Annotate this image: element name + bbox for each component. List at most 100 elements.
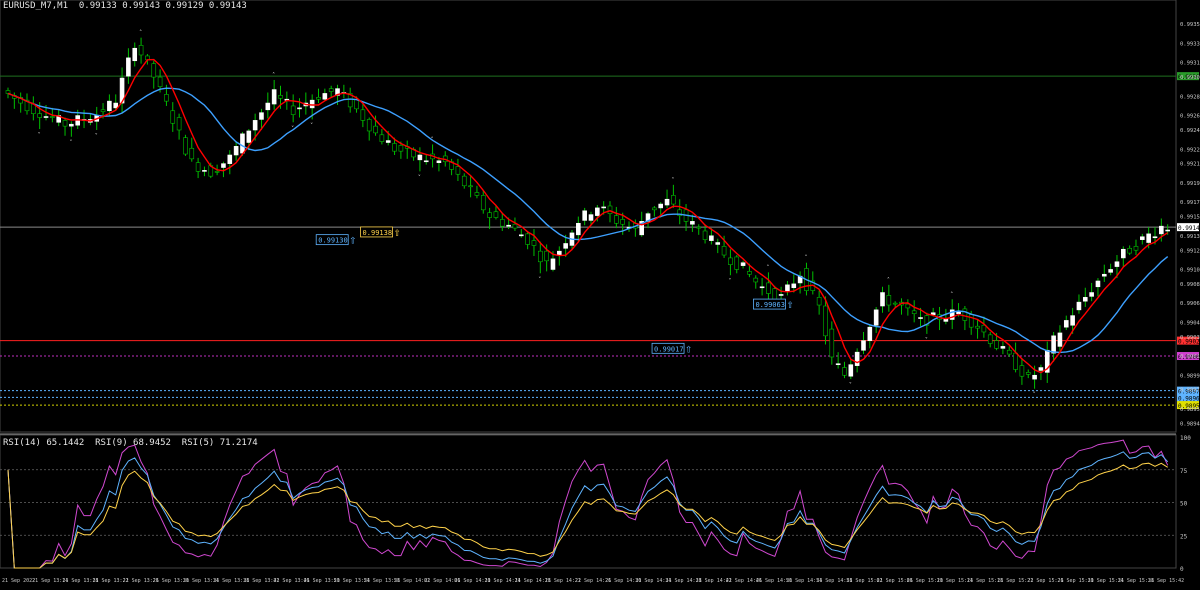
price-tick-label: 0.99085 <box>1180 282 1200 288</box>
candle-body <box>50 116 55 118</box>
candle-body <box>290 105 296 115</box>
candle-body <box>709 235 714 241</box>
candle-body <box>1140 236 1145 240</box>
candle-body <box>1089 292 1094 297</box>
candle-body <box>975 325 980 329</box>
candle-body <box>1070 315 1075 326</box>
rsi-header: RSI(14) 65.1442 RSI(9) 68.9452 RSI(5) 71… <box>3 438 258 448</box>
price-tick-label: 0.99010 <box>1180 354 1200 360</box>
candle-body <box>240 133 245 154</box>
annotation-arrow-icon: ⇧ <box>685 345 693 355</box>
candle-body <box>1076 301 1082 311</box>
fractal-up-mark: ˄ <box>887 277 890 284</box>
candle-body <box>322 93 328 100</box>
candle-body <box>183 137 188 155</box>
candle-body <box>835 363 841 366</box>
price-tick-label: 0.98990 <box>1180 373 1200 379</box>
candle-body <box>455 166 461 175</box>
candle-body <box>607 205 613 214</box>
candle-body <box>588 214 594 221</box>
price-tick-label: 0.99065 <box>1180 301 1200 307</box>
candle-body <box>620 219 625 225</box>
candle-body <box>164 94 169 102</box>
candle-body <box>1063 320 1069 328</box>
candle-body <box>176 117 182 131</box>
price-annotation-text: 0.99017 <box>654 345 684 353</box>
fractal-up-mark: ˄ <box>671 177 674 184</box>
candle-body <box>328 88 334 92</box>
candle-body <box>132 47 138 62</box>
candle-body <box>747 271 752 275</box>
price-tick-label: 0.99045 <box>1180 320 1200 326</box>
candle-body <box>994 340 999 349</box>
ma-fast-line <box>7 58 1169 374</box>
candle-body <box>962 308 968 321</box>
candle-body <box>1146 233 1151 243</box>
candle-body <box>557 250 562 256</box>
fractal-down-mark: ˅ <box>310 122 313 129</box>
candle-body <box>423 160 429 163</box>
fractal-down-mark: ˅ <box>69 140 72 147</box>
candle-body <box>398 145 404 152</box>
ma-slow-line <box>7 87 1169 354</box>
candle-body <box>1038 367 1044 371</box>
rsi-tick-label: 25 <box>1180 533 1188 540</box>
candle-body <box>753 277 759 283</box>
candle-body <box>1133 246 1139 251</box>
candle-body <box>582 210 587 221</box>
candle-body <box>480 195 486 211</box>
level-tag-text: 0.99143 <box>1178 225 1200 232</box>
fractal-up-mark: ˄ <box>139 30 142 37</box>
trading-chart[interactable]: 0.993000.991430.990250.990090.989730.989… <box>0 0 1200 586</box>
candle-body <box>1032 374 1037 380</box>
candle-body <box>126 57 131 77</box>
candle-body <box>721 246 727 256</box>
price-tick-label: 0.98940 <box>1180 421 1200 427</box>
candle-body <box>525 233 530 245</box>
candle-body <box>1165 229 1170 232</box>
candle-body <box>379 134 385 142</box>
fractal-up-mark: ˄ <box>272 72 275 79</box>
candle-body <box>512 223 518 229</box>
candle-body <box>785 284 790 292</box>
candle-body <box>138 45 144 56</box>
candle-body <box>696 226 702 229</box>
candle-body <box>576 222 581 236</box>
price-tick-label: 0.99315 <box>1180 61 1200 67</box>
fractal-down-mark: ˅ <box>291 125 294 132</box>
candle-body <box>518 234 524 237</box>
candle-body <box>848 364 854 377</box>
candle-body <box>531 240 537 246</box>
annotation-arrow-icon: ⇧ <box>394 229 402 239</box>
price-tick-label: 0.99245 <box>1180 128 1200 134</box>
candle-body <box>816 297 822 306</box>
rsi-tick-label: 75 <box>1180 468 1188 475</box>
candle-body <box>702 230 708 240</box>
fractal-down-mark: ˅ <box>38 132 41 139</box>
fractal-down-mark: ˅ <box>925 337 928 344</box>
candle-body <box>880 292 885 307</box>
candle-body <box>1101 273 1107 277</box>
rsi-tick-label: 0 <box>1180 566 1184 573</box>
candle-body <box>873 309 879 326</box>
candle-body <box>1006 349 1012 355</box>
price-tick-label: 0.99355 <box>1180 22 1200 28</box>
candle-body <box>259 112 264 120</box>
price-chart-svg[interactable]: 0.993000.991430.990250.990090.989730.989… <box>0 0 1200 586</box>
rsi5-line <box>7 439 1169 569</box>
price-tick-label: 0.99030 <box>1180 335 1200 341</box>
candle-body <box>829 328 835 358</box>
time-tick-label: 21 Sep 2022 <box>2 578 35 584</box>
fractal-down-mark: ˅ <box>1033 392 1036 399</box>
candle-body <box>151 63 157 78</box>
candle-body <box>202 170 207 172</box>
price-tick-label: 0.99155 <box>1180 215 1200 221</box>
candle-body <box>373 125 378 134</box>
candle-body <box>43 116 49 118</box>
candle-body <box>265 102 271 111</box>
fractal-up-mark: ˄ <box>804 255 807 262</box>
candle-body <box>1000 346 1006 349</box>
candle-body <box>252 120 258 131</box>
candle-body <box>195 162 201 172</box>
price-tick-label: 0.99210 <box>1180 162 1200 168</box>
